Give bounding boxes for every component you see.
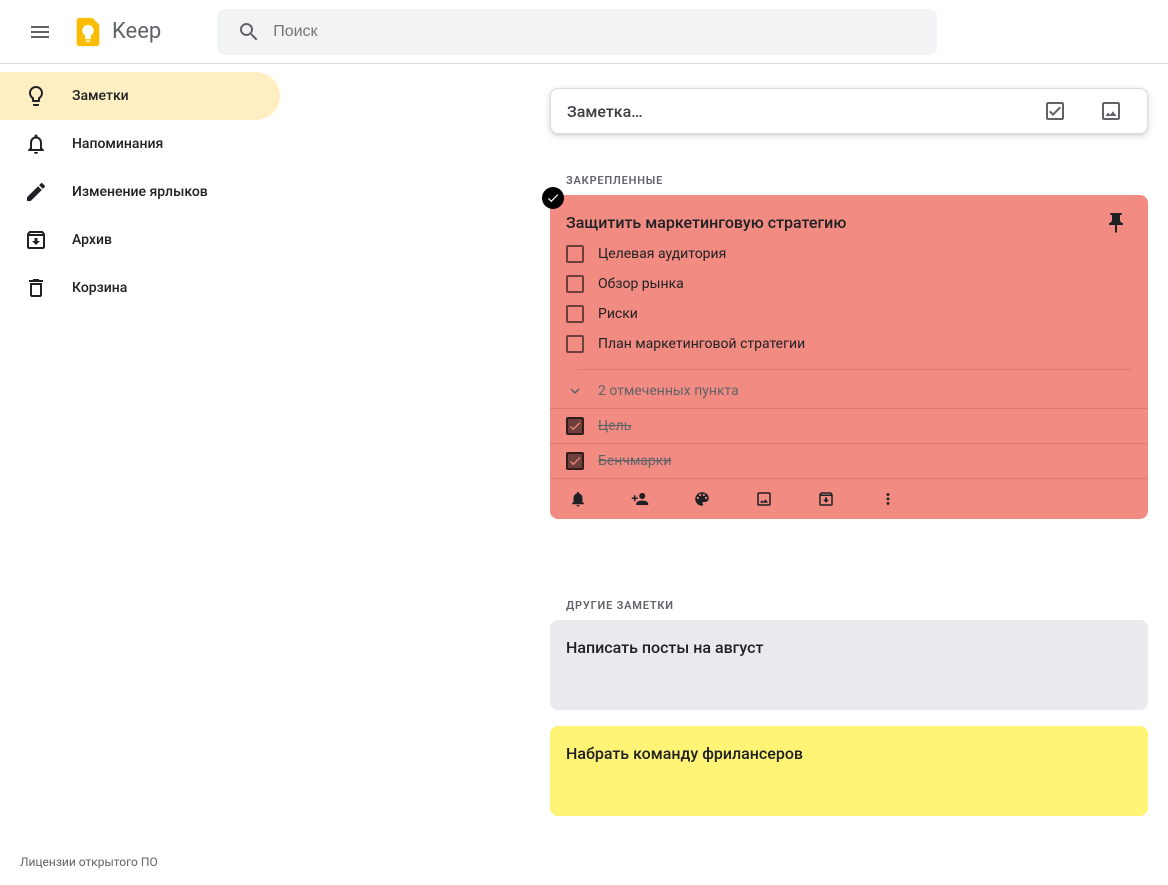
pinned-section-label: Закрепленные: [566, 174, 1150, 187]
checklist-item[interactable]: План маркетинговой стратегии: [550, 329, 1148, 359]
checkbox-unchecked[interactable]: [566, 275, 584, 293]
trash-icon: [12, 264, 60, 312]
note-toolbar: [550, 479, 1148, 519]
checklist-item-text: Обзор рынка: [598, 276, 684, 292]
bell-icon: [12, 120, 60, 168]
completed-toggle[interactable]: 2 отмеченных пункта: [550, 370, 1148, 408]
main-content: Заметка… Закрепленные Защитить маркетинг…: [280, 64, 1168, 816]
person-add-icon: [631, 490, 649, 508]
sidebar: Заметки Напоминания Изменение ярлыков Ар…: [0, 64, 280, 312]
image-icon: [755, 490, 773, 508]
checkbox-checked[interactable]: [566, 417, 584, 435]
checkbox-unchecked[interactable]: [566, 335, 584, 353]
note-title: Написать посты на август: [566, 636, 1132, 660]
hamburger-icon: [28, 20, 52, 44]
new-note-placeholder: Заметка…: [567, 102, 1035, 121]
bell-add-icon: [569, 490, 587, 508]
checkbox-checked[interactable]: [566, 452, 584, 470]
checklist-item-text: Целевая аудитория: [598, 246, 726, 262]
image-icon: [1099, 99, 1123, 123]
sidebar-item-reminders[interactable]: Напоминания: [0, 120, 280, 168]
checklist-item-done[interactable]: Цель: [550, 409, 1148, 443]
pin-icon: [1104, 211, 1128, 235]
more-button[interactable]: [872, 483, 904, 515]
app-header: Keep: [0, 0, 1168, 64]
note-title: Защитить маркетинговую стратегию: [566, 211, 1100, 235]
collaborator-button[interactable]: [624, 483, 656, 515]
sidebar-item-label: Напоминания: [72, 136, 163, 152]
checklist-item-text: Цель: [598, 418, 631, 434]
remind-me-button[interactable]: [562, 483, 594, 515]
note-card[interactable]: Написать посты на август: [550, 620, 1148, 710]
search-bar[interactable]: [217, 9, 937, 55]
note-card[interactable]: Набрать команду фрилансеров: [550, 726, 1148, 816]
sidebar-item-label: Корзина: [72, 280, 127, 296]
archive-icon: [817, 490, 835, 508]
completed-count-label: 2 отмеченных пункта: [598, 383, 739, 399]
note-card-pinned[interactable]: Защитить маркетинговую стратегию Целевая…: [550, 195, 1148, 519]
app-name: Keep: [112, 19, 161, 44]
check-icon: [568, 419, 582, 433]
search-icon: [229, 12, 269, 52]
checklist-item[interactable]: Целевая аудитория: [550, 239, 1148, 269]
sidebar-item-label: Заметки: [72, 88, 129, 104]
checklist-item-text: Риски: [598, 306, 638, 322]
others-section-label: Другие заметки: [566, 599, 1150, 612]
add-image-button[interactable]: [748, 483, 780, 515]
pencil-icon: [12, 168, 60, 216]
checklist-item[interactable]: Обзор рынка: [550, 269, 1148, 299]
sidebar-item-trash[interactable]: Корзина: [0, 264, 280, 312]
checkbox-unchecked[interactable]: [566, 245, 584, 263]
main-menu-button[interactable]: [16, 8, 64, 56]
note-title: Набрать команду фрилансеров: [566, 742, 1132, 766]
archive-button[interactable]: [810, 483, 842, 515]
checklist-item-text: План маркетинговой стратегии: [598, 336, 805, 352]
more-vert-icon: [879, 490, 897, 508]
sidebar-item-edit-labels[interactable]: Изменение ярлыков: [0, 168, 280, 216]
sidebar-item-label: Архив: [72, 232, 112, 248]
checklist-item-text: Бенчмарки: [598, 453, 671, 469]
new-note-input[interactable]: Заметка…: [550, 88, 1148, 134]
lightbulb-icon: [12, 72, 60, 120]
check-icon: [568, 454, 582, 468]
checklist-item-done[interactable]: Бенчмарки: [550, 444, 1148, 478]
search-input[interactable]: [273, 23, 925, 41]
open-source-licenses-link[interactable]: Лицензии открытого ПО: [20, 855, 158, 869]
palette-icon: [693, 490, 711, 508]
checkbox-icon: [1043, 99, 1067, 123]
pin-button[interactable]: [1100, 211, 1132, 235]
sidebar-item-archive[interactable]: Архив: [0, 216, 280, 264]
checklist-item[interactable]: Риски: [550, 299, 1148, 329]
archive-icon: [12, 216, 60, 264]
sidebar-item-label: Изменение ярлыков: [72, 184, 208, 200]
new-image-note-button[interactable]: [1091, 91, 1131, 131]
chevron-down-icon: [566, 382, 584, 400]
select-note-badge[interactable]: [542, 187, 564, 209]
color-button[interactable]: [686, 483, 718, 515]
app-logo[interactable]: Keep: [68, 12, 161, 52]
new-checklist-button[interactable]: [1035, 91, 1075, 131]
sidebar-item-notes[interactable]: Заметки: [0, 72, 280, 120]
keep-logo-icon: [68, 12, 108, 52]
check-icon: [546, 191, 560, 205]
checkbox-unchecked[interactable]: [566, 305, 584, 323]
